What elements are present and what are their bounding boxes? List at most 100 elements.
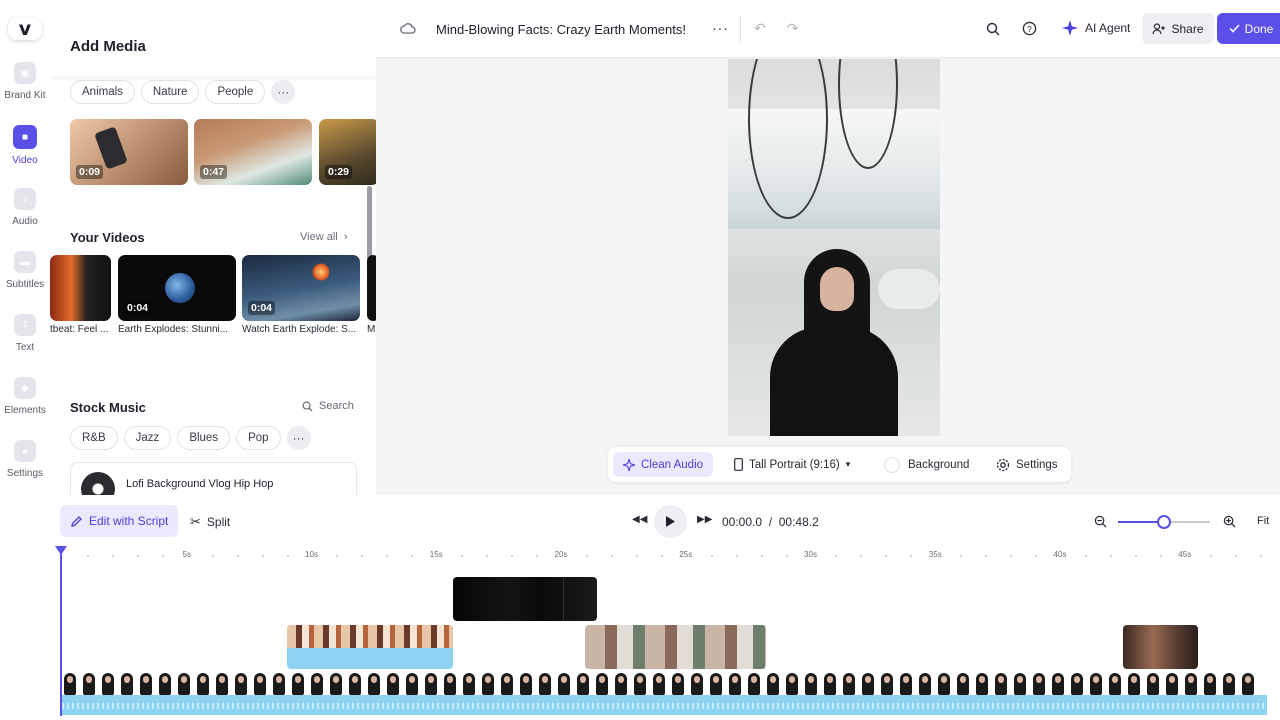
your-video-caption-4: Mi: [367, 324, 376, 335]
clean-audio-button[interactable]: Clean Audio: [613, 452, 714, 477]
avatar-frame: [311, 673, 323, 695]
chip-nature[interactable]: Nature: [140, 80, 200, 104]
zoom-in-icon[interactable]: [1223, 515, 1236, 528]
search-icon[interactable]: [986, 22, 1000, 36]
your-video-thumb-2[interactable]: 0:04: [118, 255, 236, 321]
share-button[interactable]: Share: [1142, 13, 1214, 44]
more-categories-button[interactable]: ···: [271, 80, 296, 104]
zoom-slider-handle[interactable]: [1157, 515, 1171, 529]
stock-video-thumb-3[interactable]: 0:29: [319, 119, 376, 185]
app-logo[interactable]: v: [8, 18, 42, 40]
your-video-thumb-3[interactable]: 0:04: [242, 255, 360, 321]
redo-button[interactable]: ↷: [787, 20, 799, 37]
chip-people[interactable]: People: [205, 80, 266, 104]
avatar-frame-face: [124, 676, 130, 683]
nature-video-clip[interactable]: [585, 625, 766, 669]
ruler-tick-dot: [1109, 555, 1112, 557]
ruler-tick-label: 35s: [928, 550, 942, 559]
ai-agent-button[interactable]: AI Agent: [1062, 20, 1130, 36]
rail-item-subtitles[interactable]: ▬ Subtitles: [0, 247, 50, 310]
split-button[interactable]: ✂ Split: [190, 514, 230, 530]
dark-video-clip[interactable]: [453, 577, 597, 621]
avatar-frame: [729, 673, 741, 695]
video-duration: 0:29: [325, 165, 353, 179]
view-all-link[interactable]: View all ›: [300, 231, 348, 243]
undo-button[interactable]: ↶: [754, 20, 766, 37]
background-label: Background: [908, 458, 970, 471]
avatar-frame: [748, 673, 760, 695]
rail-item-video[interactable]: ■ Video: [0, 121, 50, 184]
avatar-frame-face: [1207, 676, 1213, 683]
split-label: Split: [206, 515, 231, 529]
edit-with-script-button[interactable]: Edit with Script: [60, 505, 179, 537]
ruler-tick-dot: [461, 555, 464, 557]
rail-item-brand-kit[interactable]: ▣ Brand Kit: [0, 58, 50, 121]
playhead-handle[interactable]: [55, 546, 67, 555]
ruler-tick-dot: [860, 555, 863, 557]
help-icon[interactable]: ?: [1022, 21, 1037, 36]
video-preview[interactable]: [728, 59, 940, 436]
ruler-tick-dot: [760, 555, 763, 557]
avatar-frame-face: [371, 676, 377, 683]
pencil-icon: [71, 515, 82, 527]
timeline: Edit with Script ✂ Split ◀◀ ▶▶ 00:00.0 /…: [0, 495, 1280, 720]
panel-scrollbar[interactable]: [367, 186, 372, 260]
rail-item-text[interactable]: T Text: [0, 310, 50, 373]
ruler-tick-label: 30s: [804, 550, 817, 559]
stock-video-thumb-1[interactable]: 0:09: [70, 119, 188, 185]
rewind-button[interactable]: ◀◀: [632, 514, 647, 525]
redo-icon: ↷: [787, 20, 799, 36]
music-genre-chips: R&B Jazz Blues Pop ···: [70, 426, 311, 450]
music-search[interactable]: Search: [302, 400, 354, 412]
aspect-ratio-label: Tall Portrait (9:16): [749, 458, 840, 471]
rail-item-elements[interactable]: ◆ Elements: [0, 373, 50, 436]
music-track-row[interactable]: Lofi Background Vlog Hip Hop: [70, 462, 357, 495]
project-menu-button[interactable]: ···: [712, 20, 729, 36]
done-button[interactable]: Done: [1217, 13, 1280, 44]
avatar-frame-face: [504, 676, 510, 683]
media-panel: Add Media Animals Nature People ··· 0:09…: [50, 0, 376, 495]
ruler-tick-dot: [1234, 555, 1237, 557]
audio-icon: ♪: [14, 188, 36, 210]
aspect-ratio-dropdown[interactable]: Tall Portrait (9:16) ▾: [734, 447, 850, 482]
ruler-tick-label: 25s: [679, 550, 693, 559]
play-icon: [666, 516, 675, 527]
avatar-frame-face: [333, 676, 339, 683]
more-icon: ···: [712, 20, 729, 36]
timeline-ruler[interactable]: 5s 10s 15s 20s 25s 30s 35s 40s 45s: [62, 550, 1272, 564]
avatar-frame-face: [770, 676, 776, 683]
rail-item-audio[interactable]: ♪ Audio: [0, 184, 50, 247]
avatar-frame-face: [86, 676, 92, 683]
avatar-frame: [634, 673, 646, 695]
forward-button[interactable]: ▶▶: [697, 514, 712, 525]
project-title[interactable]: Mind-Blowing Facts: Crazy Earth Moments!: [436, 22, 686, 37]
avatar-frame-face: [352, 676, 358, 683]
audio-waveform-track[interactable]: [62, 695, 1267, 715]
avatar-frame: [406, 673, 418, 695]
animal-video-clip[interactable]: [287, 625, 453, 669]
rail-item-settings[interactable]: ● Settings: [0, 436, 50, 499]
chip-jazz[interactable]: Jazz: [123, 426, 172, 450]
more-genres-button[interactable]: ···: [286, 426, 311, 450]
fit-button[interactable]: Fit: [1257, 515, 1269, 527]
avatar-frame: [1071, 673, 1083, 695]
your-video-thumb-4[interactable]: [367, 255, 376, 321]
chip-blues[interactable]: Blues: [177, 426, 231, 450]
ruler-tick-label: 20s: [554, 550, 568, 559]
undo-icon: ↶: [754, 20, 766, 36]
ruler-tick-dot: [635, 555, 638, 557]
chip-rnb[interactable]: R&B: [70, 426, 118, 450]
avatar-frame-face: [827, 676, 833, 683]
play-button[interactable]: [654, 505, 687, 538]
stock-video-thumb-2[interactable]: 0:47: [194, 119, 312, 185]
avatar-frame-face: [1188, 676, 1194, 683]
city-video-clip[interactable]: [1123, 625, 1198, 669]
avatar-track[interactable]: [62, 673, 1267, 697]
background-button[interactable]: Background: [884, 447, 969, 482]
preview-settings-button[interactable]: Settings: [996, 447, 1058, 482]
music-artwork: [81, 472, 115, 495]
your-video-thumb-1[interactable]: [50, 255, 111, 321]
zoom-out-icon[interactable]: [1094, 515, 1107, 528]
chip-pop[interactable]: Pop: [236, 426, 281, 450]
chip-animals[interactable]: Animals: [70, 80, 135, 104]
